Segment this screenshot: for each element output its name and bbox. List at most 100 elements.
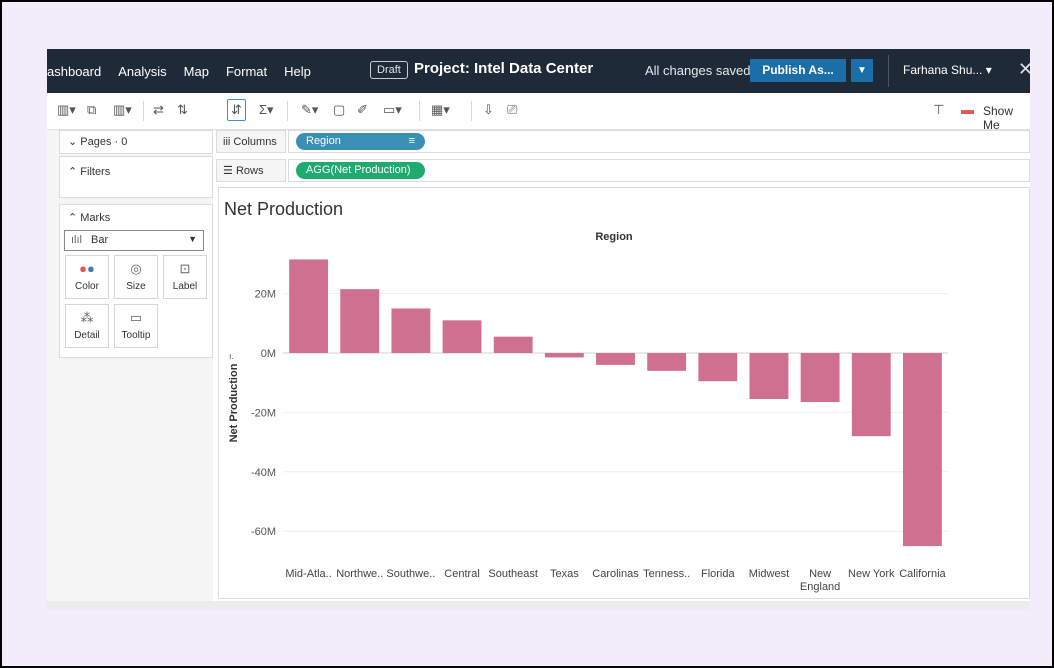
marks-label: Marks — [80, 212, 111, 224]
publish-button[interactable]: Publish As... — [750, 59, 846, 82]
filters-label: Filters — [80, 166, 111, 178]
x-tick-label: Mid-Atla.. — [285, 568, 331, 580]
size-icon: ◎ — [130, 261, 142, 276]
toolbar-separator — [143, 101, 144, 121]
mark-type-value: Bar — [91, 234, 109, 246]
menu-help[interactable]: Help — [284, 64, 311, 79]
bar-0 — [289, 259, 329, 353]
net-production-pill[interactable]: AGG(Net Production) — [296, 162, 425, 179]
label-button[interactable]: ⊡ Label — [163, 255, 207, 299]
menu-dashboard[interactable]: ashboard — [47, 64, 101, 79]
columns-shelf-label: iii Columns — [216, 130, 286, 153]
y-tick-label: -60M — [251, 526, 276, 538]
sort-ascending-icon[interactable]: ⇅ — [177, 102, 188, 118]
marks-title: ⌃ Marks — [68, 212, 111, 224]
net-production-pill-label: AGG(Net Production) — [306, 164, 411, 176]
totals-icon[interactable]: Σ▾ — [259, 102, 274, 118]
x-tick-label: Carolinas — [592, 568, 639, 580]
pin-icon[interactable]: ⊤ — [933, 102, 944, 118]
x-tick-label: England — [800, 581, 840, 593]
label-icon: ⊡ — [179, 261, 191, 276]
show-me-label[interactable]: Show Me — [983, 104, 1030, 132]
menu-analysis[interactable]: Analysis — [118, 64, 166, 79]
sheet-tabs-bar — [47, 601, 1030, 609]
pages-card[interactable]: ⌄ Pages · 0 — [59, 130, 213, 154]
toolbar: ▥▾ ⧉ ▥▾ ⇄ ⇅ ⇵ Σ▾ ✎▾ ▢ ✐ ▭▾ ▦▾ ⇩ ⎚ ⊤ ▬ Sh… — [47, 93, 1030, 132]
labels-icon[interactable]: ▢ — [333, 102, 345, 118]
toolbar-separator — [287, 101, 288, 121]
x-tick-label: New York — [848, 568, 895, 580]
rows-label: Rows — [235, 165, 264, 177]
region-pill-label: Region — [306, 135, 341, 147]
menu-bar: ashboard Analysis Map Format Help — [47, 49, 328, 93]
tooltip-button[interactable]: ▭ Tooltip — [114, 304, 158, 348]
size-button[interactable]: ◎ Size — [114, 255, 158, 299]
pages-title: ⌄ Pages · 0 — [68, 136, 128, 148]
tableau-app: ashboard Analysis Map Format Help Draft … — [47, 49, 1030, 609]
label-label: Label — [172, 281, 198, 292]
x-tick-label: Florida — [701, 568, 736, 580]
annotate-icon[interactable]: ✐ — [357, 102, 368, 118]
x-axis-title: Region — [595, 231, 633, 243]
publish-dropdown-button[interactable]: ▼ — [851, 59, 873, 82]
show-me-icon[interactable]: ▬ — [961, 102, 974, 117]
presentation-icon[interactable]: ⎚ — [507, 102, 517, 118]
region-pill[interactable]: Region ≡ — [296, 133, 425, 150]
clear-sheet-icon[interactable]: ▥▾ — [113, 102, 132, 118]
bar-7 — [647, 353, 687, 371]
columns-label: Columns — [233, 136, 277, 148]
x-tick-label: Southwe.. — [386, 568, 435, 580]
x-tick-label: Tenness.. — [643, 568, 690, 580]
pages-label: Pages · 0 — [80, 136, 128, 148]
duplicate-sheet-icon[interactable]: ⧉ — [87, 102, 96, 118]
bar-1 — [340, 289, 380, 353]
color-button[interactable]: ●● Color — [65, 255, 109, 299]
size-label: Size — [126, 281, 146, 292]
highlight-icon[interactable]: ✎▾ — [301, 102, 318, 118]
user-menu[interactable]: Farhana Shu... ▾ — [903, 63, 992, 77]
left-panel — [47, 130, 213, 609]
bar-12 — [902, 353, 942, 547]
new-worksheet-icon[interactable]: ▥▾ — [57, 102, 76, 118]
show-cards-icon[interactable]: ▦▾ — [431, 102, 450, 118]
color-icon: ●● — [79, 261, 95, 276]
bar-10 — [800, 353, 840, 403]
columns-icon: iii — [223, 136, 231, 148]
top-bar: ashboard Analysis Map Format Help Draft … — [47, 49, 1030, 93]
filters-card[interactable]: ⌃ Filters — [59, 156, 213, 198]
x-tick-label: Central — [444, 568, 479, 580]
mark-type-select[interactable]: ılıl Bar ▼ — [64, 230, 204, 251]
net-production-chart: Net Production Region Net Production ı. 20M 0… — [224, 199, 948, 593]
bar-6 — [596, 353, 635, 365]
detail-button[interactable]: ⁂ Detail — [65, 304, 109, 348]
sort-icon: ≡ — [408, 135, 415, 147]
x-tick-label: Midwest — [749, 568, 789, 580]
x-tick-label: Texas — [550, 568, 579, 580]
close-icon[interactable]: ✕ — [1018, 59, 1030, 80]
user-name: Farhana Shu... — [903, 63, 983, 77]
x-tick-label: Southeast — [488, 568, 538, 580]
menu-format[interactable]: Format — [226, 64, 267, 79]
y-axis-sort-icon: ı. — [229, 351, 234, 361]
draft-badge: Draft — [370, 61, 408, 79]
x-tick-label: New — [809, 568, 831, 580]
bar-2 — [391, 308, 431, 353]
fit-icon[interactable]: ▭▾ — [383, 102, 402, 118]
toolbar-separator — [419, 101, 420, 121]
bar-9 — [749, 353, 789, 400]
bar-3 — [442, 320, 482, 353]
swap-rows-columns-icon[interactable]: ⇄ — [153, 102, 164, 118]
detail-label: Detail — [74, 330, 100, 341]
tooltip-label: Tooltip — [121, 330, 151, 341]
bar-chart-icon: ılıl — [71, 234, 82, 246]
toolbar-separator — [471, 101, 472, 121]
y-tick-label: 0M — [261, 348, 276, 360]
sort-descending-icon[interactable]: ⇵ — [227, 99, 246, 121]
menu-map[interactable]: Map — [184, 64, 209, 79]
topbar-divider — [888, 55, 889, 87]
chart-title: Net Production — [224, 199, 343, 219]
save-status: All changes saved — [645, 63, 751, 78]
bar-5 — [544, 353, 584, 358]
download-icon[interactable]: ⇩ — [483, 102, 494, 118]
project-title[interactable]: Project: Intel Data Center — [414, 60, 593, 77]
